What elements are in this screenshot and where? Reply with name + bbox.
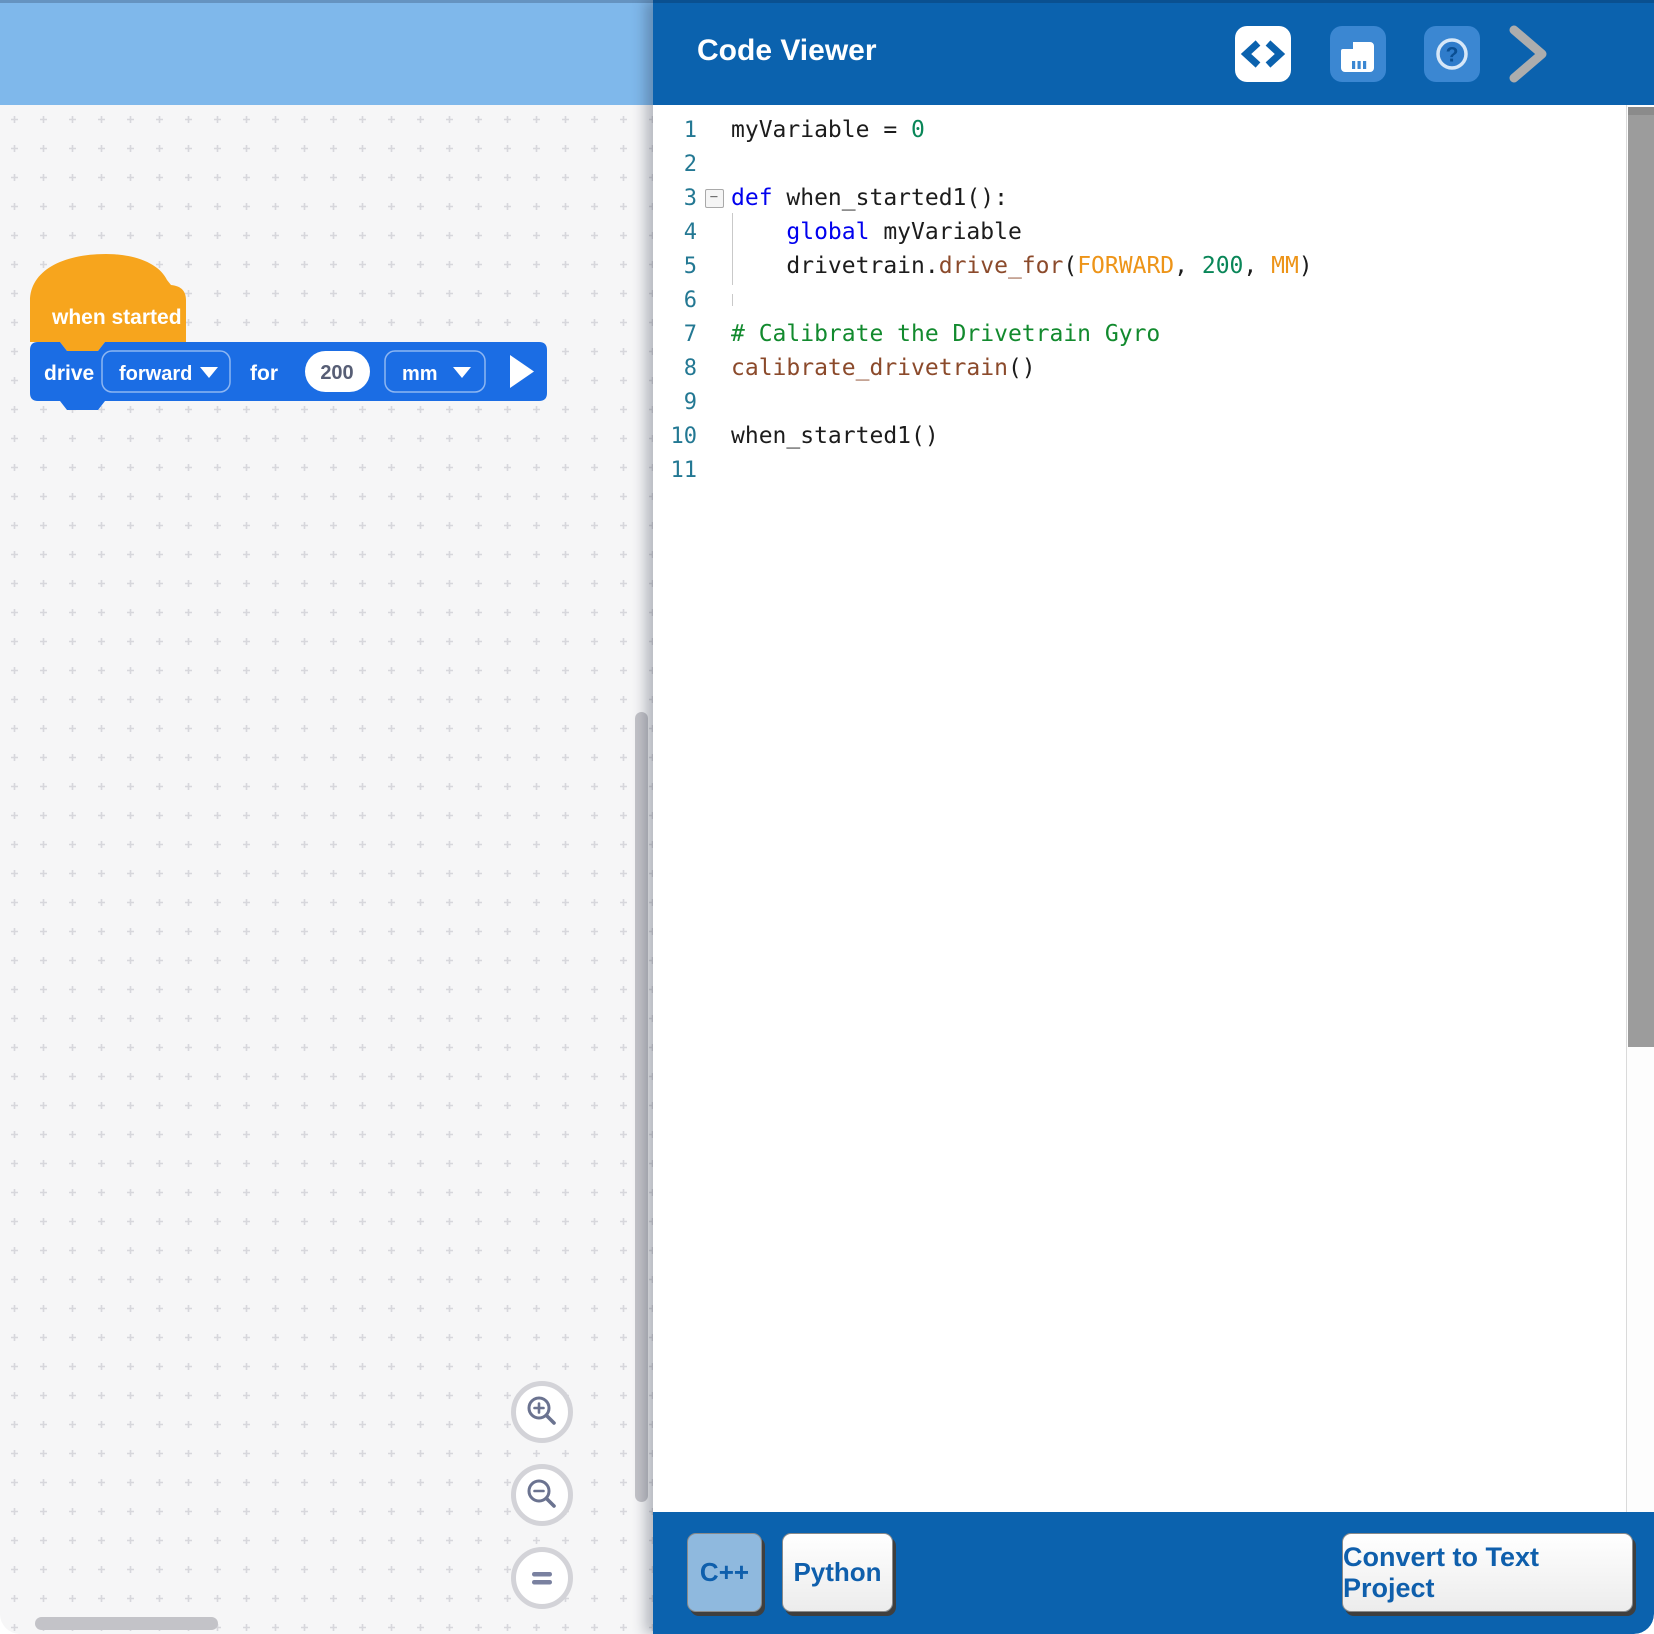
line-number: 2 xyxy=(653,152,697,177)
code-editor: 1myVariable = 023−def when_started1():4 … xyxy=(653,105,1626,1512)
svg-text:?: ? xyxy=(1446,44,1459,67)
indent-guide xyxy=(732,247,733,285)
code-text: calibrate_drivetrain() xyxy=(731,355,1036,381)
line-number: 3 xyxy=(653,186,697,211)
direction-value: forward xyxy=(119,363,192,385)
code-viewer-panel: Code Viewer ? xyxy=(653,0,1654,1634)
indent-guide xyxy=(732,213,733,251)
code-text: drivetrain.drive_for(FORWARD, 200, MM) xyxy=(731,253,1313,279)
code-viewer-header: Code Viewer ? xyxy=(653,0,1654,105)
direction-dropdown[interactable]: forward xyxy=(102,351,230,392)
panel-title: Code Viewer xyxy=(697,34,877,68)
blocks-panel: when started drive forward for 200 xyxy=(0,0,653,1634)
when-started-block[interactable]: when started xyxy=(30,254,186,351)
zoom-in-button[interactable] xyxy=(511,1381,573,1443)
fold-marker-icon[interactable]: − xyxy=(697,189,731,208)
block-stack: when started drive forward for 200 xyxy=(28,251,568,423)
workspace-vertical-scrollbar[interactable] xyxy=(635,712,648,1502)
unit-value: mm xyxy=(402,363,438,385)
code-viewer-footer: C++ Python Convert to Text Project xyxy=(653,1512,1654,1634)
code-brackets-icon xyxy=(1235,26,1291,82)
zoom-reset-button[interactable] xyxy=(511,1547,573,1609)
code-line: 8 calibrate_drivetrain() xyxy=(653,351,1626,385)
code-text: # Calibrate the Drivetrain Gyro xyxy=(731,321,1160,347)
indent-guide xyxy=(732,294,733,306)
code-line: 2 xyxy=(653,147,1626,181)
line-number: 4 xyxy=(653,220,697,245)
code-text: def when_started1(): xyxy=(731,185,1008,211)
code-scrollbar-thumb[interactable] xyxy=(1628,107,1654,1047)
brain-download-button[interactable] xyxy=(1330,26,1386,82)
code-text: myVariable = 0 xyxy=(731,117,925,143)
workspace-horizontal-scrollbar[interactable] xyxy=(35,1617,218,1630)
line-number: 1 xyxy=(653,118,697,143)
drive-label: drive xyxy=(44,362,94,385)
zoom-in-icon xyxy=(524,1394,560,1430)
question-mark-icon: ? xyxy=(1424,26,1480,82)
code-line: 3−def when_started1(): xyxy=(653,181,1626,215)
code-line: 11 xyxy=(653,453,1626,487)
line-number: 8 xyxy=(653,356,697,381)
line-number: 9 xyxy=(653,390,697,415)
unit-dropdown[interactable]: mm xyxy=(385,351,485,392)
code-scrollbar-track[interactable] xyxy=(1626,105,1654,1512)
line-number: 10 xyxy=(653,424,697,449)
chevron-right-icon xyxy=(1504,22,1554,86)
code-line: 9 xyxy=(653,385,1626,419)
collapse-panel-button[interactable] xyxy=(1501,22,1557,86)
drive-block[interactable]: drive forward for 200 mm xyxy=(30,342,547,410)
help-button[interactable]: ? xyxy=(1424,26,1480,82)
window-top-edge xyxy=(0,0,1654,3)
code-text: global myVariable xyxy=(731,219,1022,245)
distance-input[interactable]: 200 xyxy=(305,351,370,392)
cpp-language-button[interactable]: C++ xyxy=(687,1533,762,1612)
convert-to-text-project-button[interactable]: Convert to Text Project xyxy=(1342,1533,1633,1612)
app-window: when started drive forward for 200 xyxy=(0,0,1654,1634)
zoom-reset-icon xyxy=(524,1560,560,1596)
code-view-toggle-button[interactable] xyxy=(1235,26,1291,82)
distance-value: 200 xyxy=(320,362,353,384)
code-line: 4 global myVariable xyxy=(653,215,1626,249)
toolbox-header xyxy=(0,0,653,105)
code-line: 5 drivetrain.drive_for(FORWARD, 200, MM) xyxy=(653,249,1626,283)
for-label: for xyxy=(250,362,278,385)
when-started-label: when started xyxy=(51,306,182,329)
code-line: 1 myVariable = 0 xyxy=(653,113,1626,147)
code-lines: 1myVariable = 023−def when_started1():4 … xyxy=(653,113,1626,487)
robot-brain-icon xyxy=(1330,26,1386,82)
line-number: 6 xyxy=(653,288,697,313)
code-text: when_started1() xyxy=(731,423,939,449)
python-language-button[interactable]: Python xyxy=(782,1533,893,1612)
line-number: 11 xyxy=(653,458,697,483)
line-number: 7 xyxy=(653,322,697,347)
code-line: 6 xyxy=(653,283,1626,317)
line-number: 5 xyxy=(653,254,697,279)
zoom-out-icon xyxy=(524,1477,560,1513)
zoom-out-button[interactable] xyxy=(511,1464,573,1526)
code-line: 10 when_started1() xyxy=(653,419,1626,453)
code-line: 7 # Calibrate the Drivetrain Gyro xyxy=(653,317,1626,351)
block-workspace[interactable]: when started drive forward for 200 xyxy=(0,105,653,1634)
